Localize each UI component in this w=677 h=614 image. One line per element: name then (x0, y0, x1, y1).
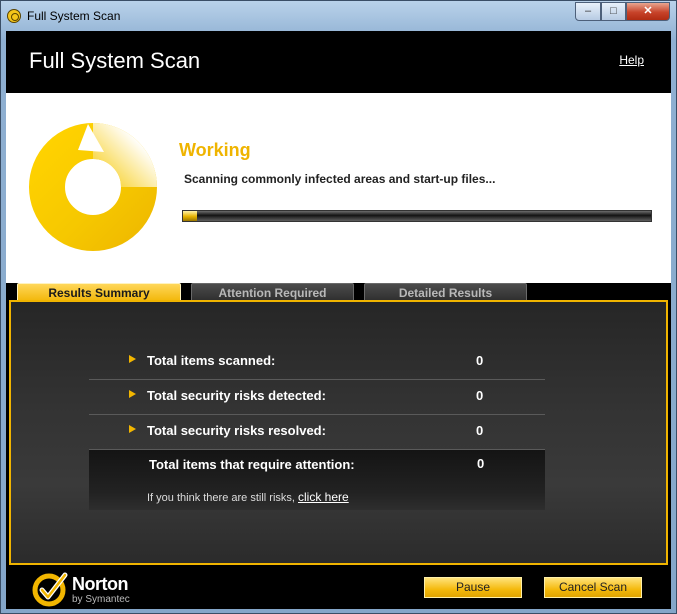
pause-button[interactable]: Pause (424, 577, 522, 598)
cancel-scan-button[interactable]: Cancel Scan (544, 577, 642, 598)
result-label: Total security risks resolved: (147, 423, 326, 438)
bullet-arrow-icon (129, 390, 136, 398)
page-title: Full System Scan (29, 48, 201, 73)
result-label: Total security risks detected: (147, 388, 326, 403)
attention-label: Total items that require attention: (149, 457, 355, 472)
result-label: Total items scanned: (147, 353, 276, 368)
brand-subtitle: by Symantec (72, 594, 130, 605)
norton-checkmark-logo-icon (32, 572, 68, 607)
window-title: Full System Scan (27, 9, 121, 23)
result-row-risks-detected: Total security risks detected: 0 (89, 378, 545, 412)
client-area: Full System Scan Help Working Scanning c… (6, 31, 671, 609)
footer: Norton by Symantec Pause Cancel Scan (6, 565, 671, 609)
minimize-button[interactable]: – (575, 2, 601, 21)
result-value: 0 (476, 388, 484, 403)
status-panel: Working Scanning commonly infected areas… (6, 93, 671, 283)
app-window: Full System Scan – □ ✕ Full System Scan … (0, 0, 677, 614)
attention-value: 0 (477, 456, 485, 471)
status-description: Scanning commonly infected areas and sta… (184, 172, 496, 186)
help-link[interactable]: Help (619, 53, 644, 67)
status-title: Working (179, 140, 251, 160)
result-value: 0 (476, 423, 484, 438)
result-row-risks-resolved: Total security risks resolved: 0 (89, 413, 545, 447)
result-value: 0 (476, 353, 484, 368)
scan-spinner-icon (29, 123, 157, 251)
norton-app-icon (7, 9, 21, 23)
risk-note-text: If you think there are still risks, (147, 492, 295, 504)
header: Full System Scan Help (6, 31, 671, 93)
bullet-arrow-icon (129, 355, 136, 363)
bullet-arrow-icon (129, 425, 136, 433)
result-row-items-scanned: Total items scanned: 0 (89, 343, 545, 377)
risk-note: If you think there are still risks, clic… (147, 490, 349, 504)
close-button[interactable]: ✕ (626, 2, 670, 21)
click-here-link[interactable]: click here (298, 490, 349, 504)
attention-summary: Total items that require attention: 0 If… (89, 450, 545, 510)
scan-progress-bar (182, 210, 652, 222)
window-controls: – □ ✕ (575, 2, 670, 21)
title-bar[interactable]: Full System Scan – □ ✕ (1, 1, 676, 31)
results-summary-panel: Total items scanned: 0 Total security ri… (9, 300, 668, 565)
scan-progress-fill (183, 211, 198, 221)
maximize-button[interactable]: □ (601, 2, 626, 21)
brand-name: Norton (72, 574, 128, 594)
